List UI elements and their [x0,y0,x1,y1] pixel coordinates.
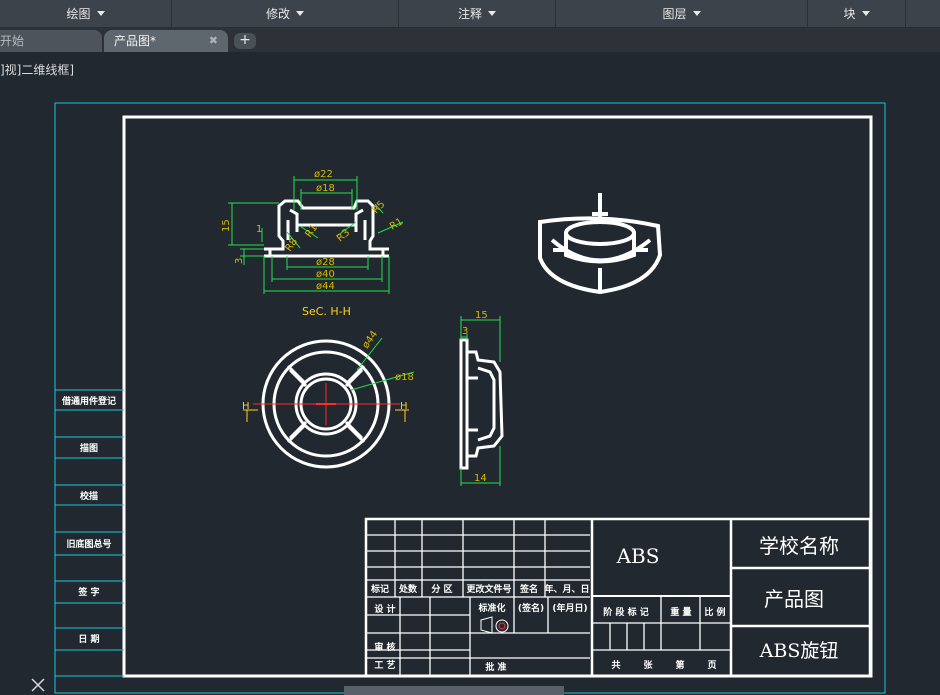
title-block-label: 工 艺 [374,659,395,671]
chevron-down-icon [861,11,870,16]
side-table-label: 日 期 [78,633,99,645]
dim-label: 3 [234,258,245,264]
chevron-down-icon [96,11,105,16]
dim-label: ø40 [316,269,335,280]
ribbon-panel-label: 块 [843,7,856,21]
ribbon-panel-label: 注释 [457,7,482,21]
title-block-label: 签名 [519,583,538,595]
dim-label: R3 [335,227,352,244]
title-block-label: 设 计 [374,603,395,615]
title-block-label: 审 核 [374,641,395,653]
file-tab-bar: 开始 产品图* ✖ + [0,28,940,52]
title-block-label: 标准化 [477,602,505,614]
chevron-down-icon [692,11,701,16]
chevron-down-icon [488,11,496,16]
title-block-label: 批 准 [485,661,506,673]
dim-label: ø44 [360,329,380,351]
dim-label: ø44 [316,281,335,292]
new-tab-button[interactable]: + [234,33,256,49]
title-block-label: 处数 [398,583,418,595]
ribbon-panel-layers[interactable]: 图层 [556,0,808,27]
dim-label: 1 [256,224,262,235]
ucs-icon [31,678,45,692]
tab-start[interactable]: 开始 [0,30,102,52]
ribbon-panel-annotate[interactable]: 注释 [399,0,556,27]
dim-label: 15 [475,310,488,321]
dim-label: ø18 [395,372,414,383]
side-table-label: 签 字 [77,586,99,598]
part-name: ABS旋钮 [759,640,839,662]
drawing-canvas[interactable]: ø22 ø18 ø28 ø40 ø44 15 1 3 R8 R1 R3 R5 R… [0,53,940,695]
title-block-label: 阶 段 标 记 [603,606,648,618]
title-block-label: 页 [707,660,716,671]
dim-label: R8 [283,237,300,254]
dim-label: ø18 [316,183,335,194]
ribbon: 绘图 修改 注释 图层 块 [0,0,940,28]
ribbon-panel-label: 绘图 [66,7,91,21]
drawing-title: 产品图 [764,587,824,611]
section-marker-label: H [242,401,250,412]
title-block-label: 第 [675,659,684,671]
side-table-label: 旧底图总号 [66,538,111,550]
title-block-label: 分 区 [431,583,452,595]
drawing-viewport[interactable]: ø22 ø18 ø28 ø40 ø44 15 1 3 R8 R1 R3 R5 R… [0,53,940,695]
ribbon-panel-empty [906,0,940,27]
title-block-label: (年月日) [552,602,587,614]
ribbon-panel-label: 修改 [265,7,290,21]
side-table-label: 校描 [80,490,98,502]
side-table-label: 描图 [80,442,98,454]
section-label: SeC. H-H [302,305,351,318]
material-label: ABS [616,544,660,568]
ribbon-panel-block[interactable]: 块 [808,0,906,27]
tab-label: 产品图* [114,34,157,48]
dim-label: 15 [221,219,232,232]
isometric-view [538,193,663,295]
title-block-label: 重 量 [670,606,691,618]
school-name: 学校名称 [759,534,839,558]
title-block-label: (签名) [518,602,544,614]
dim-label: ø28 [316,257,335,268]
title-block-label: 张 [643,659,653,671]
ribbon-panel-modify[interactable]: 修改 [172,0,399,27]
dim-label: 3 [462,326,468,337]
title-block-label: 年、月、日 [544,583,589,595]
title-block-label: 更改文件号 [466,583,511,595]
title-block-label: 共 [611,659,620,671]
dim-label: 14 [474,473,487,484]
title-block-label: 标记 [370,583,389,595]
side-view [459,338,504,470]
view-label[interactable]: ]视]二维线框] [0,61,74,78]
tab-document[interactable]: 产品图* ✖ [104,30,228,52]
section-marker-label: H [400,401,408,412]
ribbon-panel-draw[interactable]: 绘图 [0,0,172,27]
title-block-label: 比 例 [704,606,725,618]
side-table [55,389,124,677]
dim-label: ø22 [314,169,333,180]
dim-label: R1 [388,216,405,232]
tab-label: 开始 [0,34,25,48]
side-table-label: 借通用件登记 [61,395,116,407]
chevron-down-icon [296,11,304,16]
ribbon-panel-label: 图层 [662,7,687,21]
projection-symbol [480,616,509,634]
status-strip [344,686,564,695]
close-icon[interactable]: ✖ [209,30,218,52]
